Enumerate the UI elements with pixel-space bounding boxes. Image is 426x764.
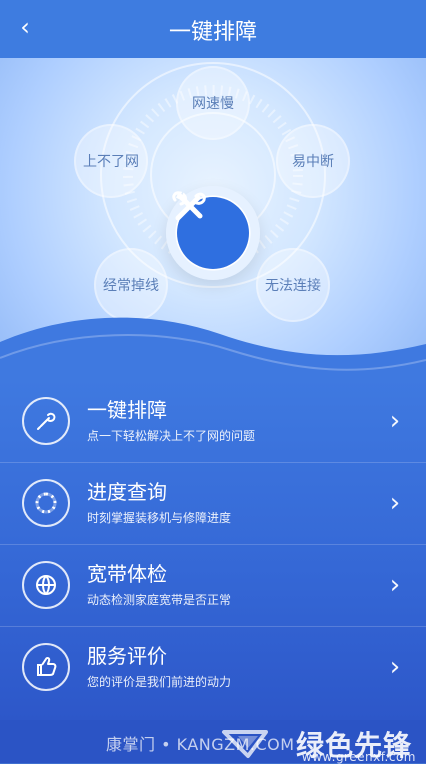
chevron-right-icon: ›: [389, 570, 401, 600]
watermark-footer: 康掌门 • KANGZM.COM 绿色先锋 www.greenxf.com: [0, 720, 426, 764]
issue-bubble-slow-speed[interactable]: 网速慢: [176, 66, 250, 140]
tools-icon: [172, 191, 249, 269]
watermark-right-url: www.greenxf.com: [301, 750, 416, 764]
menu-item-broadband-check[interactable]: 宽带体检 动态检测家庭宽带是否正常 ›: [0, 544, 426, 627]
chevron-right-icon: ›: [389, 652, 401, 682]
menu-item-title: 宽带体检: [87, 561, 167, 586]
troubleshoot-center-button[interactable]: [166, 186, 260, 280]
menu-item-title: 服务评价: [87, 643, 167, 668]
issue-bubble-unstable[interactable]: 易中断: [276, 124, 350, 198]
bubble-label: 上不了网: [83, 154, 139, 170]
globe-icon: [22, 561, 70, 609]
menu-item-subtitle: 时刻掌握装移机与修障进度: [87, 510, 232, 525]
feature-list: 一键排障 点一下轻松解决上不了网的问题 › 进度查询 时刻掌握装移机与修障进度 …: [0, 380, 426, 720]
bubble-label: 无法连接: [265, 278, 321, 294]
top-bar: ‹ 一键排障: [0, 0, 426, 58]
wrench-icon: [22, 397, 70, 445]
bubble-label: 易中断: [292, 154, 334, 170]
menu-item-subtitle: 点一下轻松解决上不了网的问题: [87, 428, 256, 443]
bubble-label: 经常掉线: [103, 278, 159, 294]
thumbs-up-icon: [22, 643, 70, 691]
menu-item-subtitle: 动态检测家庭宽带是否正常: [87, 592, 232, 607]
menu-item-service-rating[interactable]: 服务评价 您的评价是我们前进的动力 ›: [0, 626, 426, 708]
chevron-right-icon: ›: [389, 406, 401, 436]
progress-icon: [22, 479, 70, 527]
menu-item-title: 进度查询: [87, 479, 167, 504]
watermark-logo-icon: [222, 730, 268, 758]
menu-item-subtitle: 您的评价是我们前进的动力: [87, 674, 232, 689]
menu-item-one-click-troubleshoot[interactable]: 一键排障 点一下轻松解决上不了网的问题 ›: [0, 380, 426, 463]
issue-bubble-no-internet[interactable]: 上不了网: [74, 124, 148, 198]
page-title: 一键排障: [168, 20, 257, 45]
chevron-right-icon: ›: [389, 488, 401, 518]
menu-item-progress-query[interactable]: 进度查询 时刻掌握装移机与修障进度 ›: [0, 462, 426, 545]
bubble-label: 网速慢: [192, 96, 234, 112]
menu-item-title: 一键排障: [87, 397, 167, 422]
